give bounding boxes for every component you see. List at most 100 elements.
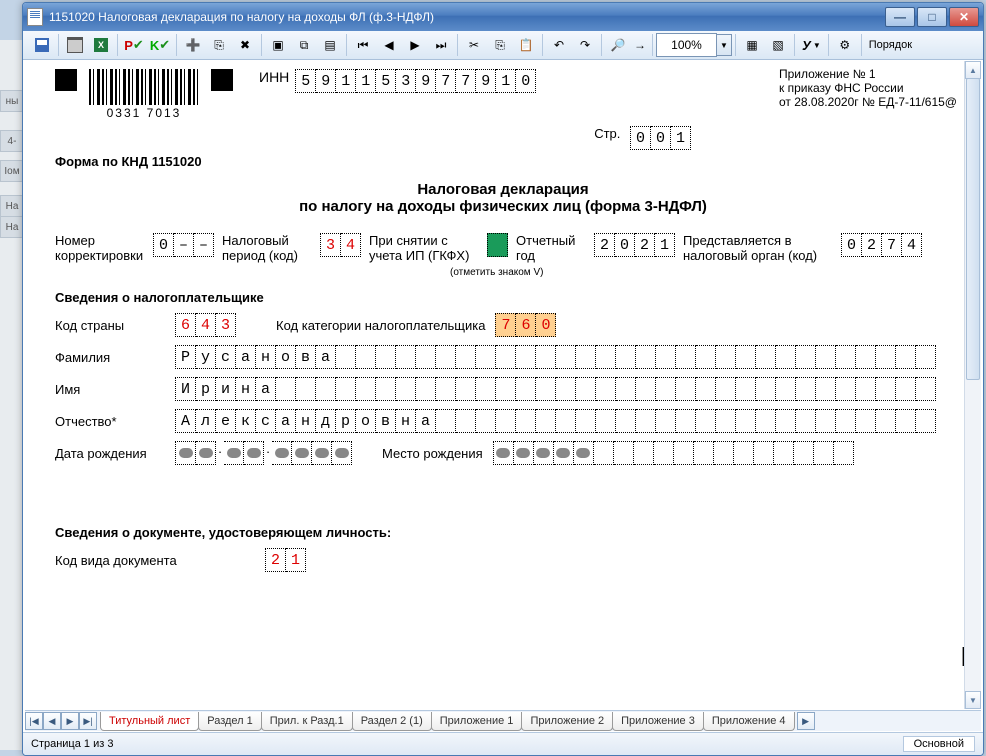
nav-next-button[interactable]: ▶ [403,33,427,57]
print-button[interactable] [63,33,87,57]
tool-a-button[interactable]: ▦ [740,33,764,57]
zoom-input[interactable] [656,33,717,57]
find-next-button[interactable]: → [632,33,648,57]
surname-label: Фамилия [55,350,165,365]
black-marker-right [211,69,233,91]
copy-page-icon: ⎘ [211,37,227,53]
tool-a-icon: ▦ [744,37,760,53]
tax-organ-cells[interactable]: 0274 [841,233,922,257]
duplicate-page-button[interactable]: ⎘ [207,33,231,57]
surname-cells[interactable]: Русанова [175,345,936,369]
sheet-tab[interactable]: Раздел 1 [198,712,262,731]
dob-cells[interactable]: . . [175,441,352,465]
scroll-thumb[interactable] [966,78,980,380]
ip-note: (отметить знаком V) [450,267,951,278]
sheet-tab[interactable]: Приложение 2 [521,712,613,731]
ip-label: При снятии с учета ИП (ГКФХ) [369,233,469,263]
form-page: Приложение № 1 к приказу ФНС России от 2… [25,61,981,717]
sheet-tab[interactable]: Приложение 3 [612,712,704,731]
category-cells[interactable]: 760 [495,313,556,337]
cut-icon: ✂ [466,37,482,53]
undo-button[interactable]: ↶ [547,33,571,57]
cut-button[interactable]: ✂ [462,33,486,57]
patronymic-cells[interactable]: Александровна [175,409,936,433]
window-title: 1151020 Налоговая декларация по налогу н… [49,10,434,24]
doctype-cells[interactable]: 21 [265,548,306,572]
section-add-button[interactable]: ▣ [266,33,290,57]
tabs-last-button[interactable]: ▶| [79,712,97,730]
black-marker-left [55,69,77,91]
barcode-bars [89,69,199,105]
scroll-up-button[interactable]: ▲ [965,61,981,79]
correction-label: Номер корректировки [55,233,145,263]
r-icon: P [124,38,133,53]
page-cells: 001 [630,126,691,150]
save-button[interactable] [30,33,54,57]
nav-first-button[interactable]: ⏮ [351,33,375,57]
correction-cells[interactable]: 0–– [153,233,214,257]
tax-organ-label: Представляется в налоговый орган (код) [683,233,833,263]
status-bar: Страница 1 из 3 Основной [23,732,983,755]
remove-page-button[interactable]: ✖ [233,33,257,57]
order-label[interactable]: Порядок [869,39,912,51]
section-delete-button[interactable]: ▤ [318,33,342,57]
zoom-dropdown[interactable]: ▼ [717,34,732,56]
r-button[interactable]: P✔ [122,33,146,57]
settings-button[interactable]: ⚙ [833,33,857,57]
nav-prev-icon: ◀ [381,37,397,53]
tabs-scroll-right-button[interactable]: ▶ [797,712,815,730]
redo-icon: ↷ [577,37,593,53]
tabs-prev-button[interactable]: ◀ [43,712,61,730]
paste-button[interactable]: 📋 [514,33,538,57]
tool-b-icon: ▧ [770,37,786,53]
minimize-button[interactable]: — [885,7,915,27]
copy-icon: ⎘ [492,37,508,53]
tax-period-cells[interactable]: 34 [320,233,361,257]
tabs-first-button[interactable]: |◀ [25,712,43,730]
firstname-cells[interactable]: Ирина [175,377,936,401]
ip-checkbox-cell[interactable] [487,233,508,257]
nav-last-icon: ⏭ [433,37,449,53]
bg-tab: ны [0,90,24,112]
bg-tab: На [0,195,24,217]
copy-button[interactable]: ⎘ [488,33,512,57]
add-page-button[interactable]: ➕ [181,33,205,57]
vertical-scrollbar[interactable]: ▲ ▼ [964,61,981,709]
barcode-number: 0331 7013 [89,106,199,120]
tool-b-button[interactable]: ▧ [766,33,790,57]
section-copy-button[interactable]: ⧉ [292,33,316,57]
tabs-next-button[interactable]: ▶ [61,712,79,730]
barcode: 0331 7013 [89,69,199,120]
sheet-tab[interactable]: Титульный лист [100,712,199,731]
sheet-tab[interactable]: Прил. к Разд.1 [261,712,353,731]
sheet-tabs-bar: |◀ ◀ ▶ ▶| Титульный листРаздел 1Прил. к … [25,710,981,731]
nav-last-button[interactable]: ⏭ [429,33,453,57]
remove-page-icon: ✖ [237,37,253,53]
scroll-down-button[interactable]: ▼ [965,691,981,709]
tax-period-label: Налоговый период (код) [222,233,312,263]
export-excel-button[interactable]: X [89,33,113,57]
year-label: Отчетный год [516,233,586,263]
form-title-1: Налоговая декларация [55,181,951,198]
pob-cells[interactable] [493,441,854,465]
document-viewport: Приложение № 1 к приказу ФНС России от 2… [25,61,981,731]
sheet-tab[interactable]: Раздел 2 (1) [352,712,432,731]
k-button[interactable]: K✔ [148,33,172,57]
find-button[interactable]: 🔎 [606,33,630,57]
form-title-2: по налогу на доходы физических лиц (форм… [55,198,951,215]
u-button[interactable]: У▼ [799,33,824,57]
section-taxpayer: Сведения о налогоплательщике [55,290,951,305]
sheet-tab[interactable]: Приложение 4 [703,712,795,731]
redo-button[interactable]: ↷ [573,33,597,57]
close-button[interactable]: ✕ [949,7,979,27]
country-cells[interactable]: 643 [175,313,236,337]
titlebar[interactable]: 1151020 Налоговая декларация по налогу н… [23,3,983,31]
year-cells[interactable]: 2021 [594,233,675,257]
sheet-tab[interactable]: Приложение 1 [431,712,523,731]
add-page-icon: ➕ [185,37,201,53]
nav-prev-button[interactable]: ◀ [377,33,401,57]
inn-cells[interactable]: 591153977910 [295,69,536,93]
category-label: Код категории налогоплательщика [276,318,485,333]
bg-tab: На [0,216,24,238]
maximize-button[interactable]: □ [917,7,947,27]
